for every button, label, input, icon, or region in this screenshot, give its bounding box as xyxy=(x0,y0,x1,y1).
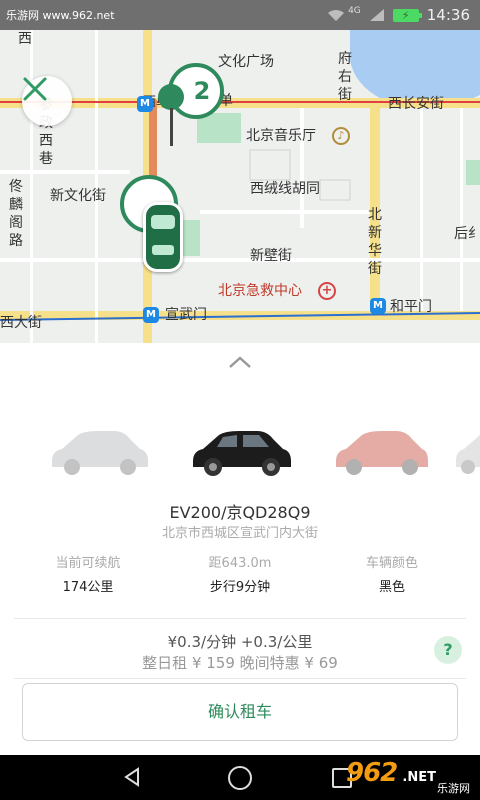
metro-station-hepingmen-icon: M xyxy=(370,298,386,314)
stat-color-value: 黑色 xyxy=(378,580,405,595)
car-thumbnail-prev[interactable] xyxy=(48,421,150,479)
promo-text: 整日租 ¥ 159 晚间特惠 ¥ 69 xyxy=(142,654,338,672)
map-label-hepingmen: 和平门 xyxy=(390,299,432,315)
car-carousel[interactable] xyxy=(0,421,480,481)
car-thumbnail-next[interactable] xyxy=(332,421,430,479)
map-label-culture-square: 文化广场 xyxy=(218,54,274,70)
watermark-logo: 962 .NET 乐游网 xyxy=(346,758,474,796)
map-label-xinwenhua-street: 新文化街 xyxy=(50,188,106,204)
map-label-xinbi-street: 新壁街 xyxy=(250,248,292,264)
stat-distance-label: 距643.0m xyxy=(208,556,272,571)
map-label-xida-street: 西大街 xyxy=(0,315,42,331)
price-text: ¥0.3/分钟 +0.3/公里 xyxy=(167,633,313,651)
location-pin-icon xyxy=(158,84,184,110)
stat-distance-value: 步行9分钟 xyxy=(209,580,271,595)
map-label-houjie: 后纟 xyxy=(454,226,480,242)
divider-top xyxy=(14,618,466,619)
map-label-xidan-north: 西 xyxy=(18,31,32,47)
map-label-xichangan-street: 西长安街 xyxy=(388,96,444,112)
stat-range-label: 当前可续航 xyxy=(55,556,121,571)
stat-range: 当前可续航 174公里 xyxy=(8,552,168,595)
watermark-sub: 乐游网 xyxy=(437,782,470,795)
map-label-emergency-center: 北京急救中心 xyxy=(218,283,302,299)
status-watermark-text: 乐游网 www.962.net xyxy=(6,9,115,22)
help-button[interactable]: ? xyxy=(434,636,462,664)
music-hall-icon: ♪ xyxy=(332,127,350,145)
stat-color-label: 车辆颜色 xyxy=(365,556,418,571)
watermark-net: .NET xyxy=(402,770,436,785)
car-thumbnail-edge[interactable] xyxy=(454,421,480,479)
home-icon[interactable] xyxy=(228,766,252,790)
signal-icon xyxy=(369,9,384,21)
metro-station-xuanwumen-icon: M xyxy=(143,307,159,323)
app-root: 乐游网 www.962.net 4G ⚡ 14:36 西 西单 文化广场 府右街… xyxy=(0,0,480,800)
map-label-zuolin-road: 佟麟阁路 xyxy=(9,179,23,249)
map-label-concert-hall: 北京音乐厅 xyxy=(246,128,316,144)
divider-bottom xyxy=(14,678,466,679)
car-thumbnail-selected[interactable] xyxy=(189,421,293,479)
watermark-number: 962 xyxy=(346,758,398,788)
confirm-rent-button[interactable]: 确认租车 xyxy=(22,683,458,741)
hospital-icon: + xyxy=(318,282,336,300)
car-address: 北京市西城区宣武门内大街 xyxy=(161,526,318,541)
map-label-fuyou-street: 府右街 xyxy=(338,51,352,103)
back-icon[interactable] xyxy=(122,767,142,787)
wifi-icon xyxy=(328,9,345,21)
car-top-icon[interactable] xyxy=(143,202,183,272)
location-pin-stick xyxy=(170,108,173,146)
battery-icon: ⚡ xyxy=(392,8,422,22)
stat-color: 车辆颜色 黑色 xyxy=(312,552,472,595)
status-bar: 乐游网 www.962.net 4G ⚡ 14:36 xyxy=(0,0,480,30)
map-label-xirongxian-hutong: 西绒线胡同 xyxy=(250,181,320,197)
car-stats: 当前可续航 174公里 距643.0m 步行9分钟 车辆颜色 黑色 xyxy=(0,552,480,598)
stat-range-value: 174公里 xyxy=(62,580,114,595)
stat-distance: 距643.0m 步行9分钟 xyxy=(160,552,320,595)
map-label-north-xinhua-street: 北新华街 xyxy=(368,207,382,277)
metro-station-xidan-icon: M xyxy=(137,96,153,112)
car-plate: EV200/京QD28Q9 xyxy=(169,503,311,522)
navigation-bar: 962 .NET 乐游网 xyxy=(0,755,480,800)
car-detail-sheet: EV200/京QD28Q9 北京市西城区宣武门内大街 当前可续航 174公里 距… xyxy=(0,343,480,755)
close-button[interactable] xyxy=(22,76,72,126)
map-label-xuanwumen: 宣武门 xyxy=(165,307,207,323)
chevron-up-icon[interactable] xyxy=(228,355,252,369)
station-pin-count: 2 xyxy=(193,77,211,105)
clock: 14:36 xyxy=(426,6,470,24)
close-icon xyxy=(23,77,47,101)
map-view[interactable]: 西 西单 西单 文化广场 府右街 参政西巷 西长安街 北京音乐厅 ♪ 新文化街 … xyxy=(0,30,480,343)
network-type: 4G xyxy=(348,6,361,16)
